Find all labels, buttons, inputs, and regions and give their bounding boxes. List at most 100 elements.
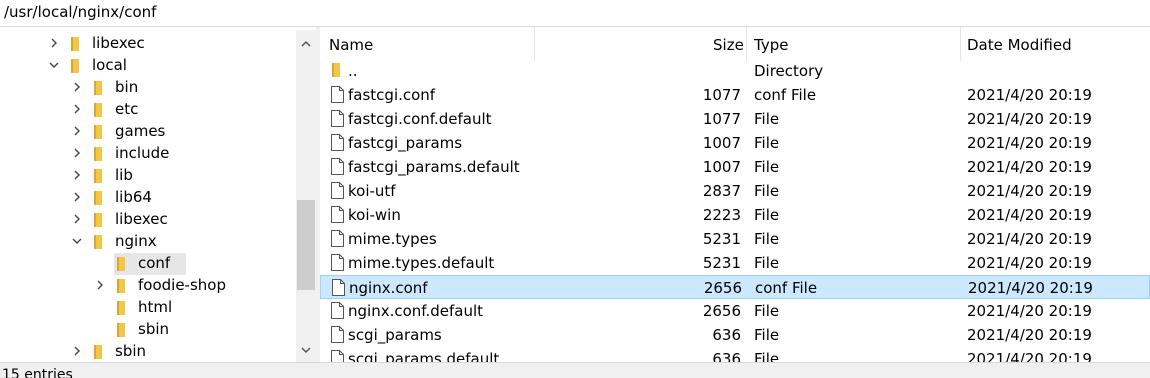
chevron-right-icon[interactable] [71,191,83,203]
file-size: 1077 [702,86,741,104]
file-modified: 2021/4/20 20:19 [967,110,1092,128]
column-divider[interactable] [746,27,747,61]
file-modified: 2021/4/20 20:19 [967,230,1092,248]
file-row[interactable]: fastcgi.conf.default 1077 File 2021/4/20 20… [320,107,1150,131]
column-header-name[interactable]: Name [329,36,373,54]
tree-item-etc[interactable]: etc [0,99,296,121]
scroll-up-icon[interactable] [300,36,312,48]
folder-icon [331,62,344,79]
status-text: 15 entries [2,367,73,378]
file-name: fastcgi.conf [348,86,436,104]
directory-tree[interactable]: libexec local bin etc games include lib lib64 li… [0,30,316,362]
tree-item-lib[interactable]: lib [0,165,296,187]
file-row[interactable]: scgi_params 636 File 2021/4/20 20:19 [320,323,1150,347]
file-modified: 2021/4/20 20:19 [968,279,1093,297]
file-type: File [754,182,780,200]
file-icon [331,350,344,362]
file-type: Directory [754,62,824,80]
file-row[interactable]: koi-win 2223 File 2021/4/20 20:19 [320,203,1150,227]
folder-icon [93,234,103,250]
chevron-right-icon[interactable] [71,81,83,93]
file-type: File [754,326,780,344]
path-bar[interactable]: /usr/local/nginx/conf [0,0,1150,27]
tree-item-html[interactable]: html [0,297,296,319]
column-divider[interactable] [960,27,961,61]
file-size: 1007 [702,134,741,152]
file-icon [331,302,344,319]
file-size: 2656 [703,279,742,297]
chevron-right-icon[interactable] [94,279,106,291]
chevron-down-icon[interactable] [48,59,60,71]
chevron-right-icon[interactable] [48,37,60,49]
tree-item-conf[interactable]: conf [0,253,296,275]
folder-icon [116,256,126,272]
column-header-type[interactable]: Type [754,36,788,54]
chevron-right-icon[interactable] [71,147,83,159]
tree-item-label: etc [115,100,139,118]
file-row[interactable]: mime.types 5231 File 2021/4/20 20:19 [320,227,1150,251]
file-type: File [754,158,780,176]
tree-item-label: libexec [115,210,168,228]
tree-item-libexec[interactable]: libexec [0,209,296,231]
tree-item-sbin[interactable]: sbin [0,341,296,362]
file-icon [332,279,345,296]
tree-scroll-thumb[interactable] [297,200,315,290]
tree-scrollbar[interactable] [296,30,316,362]
chevron-down-icon[interactable] [71,235,83,247]
tree-item-libexec[interactable]: libexec [0,33,296,55]
chevron-right-icon[interactable] [71,169,83,181]
file-modified: 2021/4/20 20:19 [967,158,1092,176]
tree-item-label: include [115,144,170,162]
scroll-down-icon[interactable] [300,342,312,354]
column-header-size[interactable]: Size [713,36,744,54]
file-row[interactable]: fastcgi_params.default 1007 File 2021/4/20 … [320,155,1150,179]
tree-item-include[interactable]: include [0,143,296,165]
tree-item-local[interactable]: local [0,55,296,77]
file-row[interactable]: mime.types.default 5231 File 2021/4/20 20:1… [320,251,1150,275]
chevron-right-icon[interactable] [71,103,83,115]
chevron-right-icon[interactable] [71,213,83,225]
column-divider[interactable] [534,27,535,61]
file-modified: 2021/4/20 20:19 [967,86,1092,104]
file-row[interactable]: nginx.conf 2656 conf File 2021/4/20 20:19 [320,275,1150,299]
file-type: File [754,110,780,128]
file-icon [331,206,344,223]
file-icon [331,158,344,175]
file-row[interactable]: .. Directory [320,59,1150,83]
file-row[interactable]: scgi_params.default 636 File 2021/4/20 20:1… [320,347,1150,362]
tree-item-games[interactable]: games [0,121,296,143]
tree-item-lib64[interactable]: lib64 [0,187,296,209]
file-row[interactable]: fastcgi_params 1007 File 2021/4/20 20:19 [320,131,1150,155]
file-type: File [754,302,780,320]
file-name: fastcgi_params.default [348,158,520,176]
folder-icon [116,300,126,316]
file-type: File [754,230,780,248]
file-name: mime.types [348,230,437,248]
file-name: mime.types.default [348,254,495,272]
file-type: File [754,206,780,224]
status-bar: 15 entries [0,362,1150,378]
tree-item-sbin[interactable]: sbin [0,319,296,341]
file-row[interactable]: koi-utf 2837 File 2021/4/20 20:19 [320,179,1150,203]
chevron-right-icon[interactable] [71,345,83,357]
tree-item-foodie-shop[interactable]: foodie-shop [0,275,296,297]
file-list-header: Name Size Type Date Modified [320,27,1150,61]
tree-item-nginx[interactable]: nginx [0,231,296,253]
column-header-modified[interactable]: Date Modified [967,36,1072,54]
file-row[interactable]: fastcgi.conf 1077 conf File 2021/4/20 20:19 [320,83,1150,107]
file-list[interactable]: Name Size Type Date Modified .. Directory… [320,27,1150,362]
file-icon [331,182,344,199]
folder-icon [116,278,126,294]
path-text[interactable]: /usr/local/nginx/conf [4,3,156,21]
file-icon [331,230,344,247]
file-modified: 2021/4/20 20:19 [967,350,1092,362]
tree-item-label: local [92,56,127,74]
tree-item-bin[interactable]: bin [0,77,296,99]
tree-item-label: lib [115,166,133,184]
folder-icon [93,344,103,360]
chevron-right-icon[interactable] [71,125,83,137]
file-name: nginx.conf [349,279,428,297]
file-row[interactable]: nginx.conf.default 2656 File 2021/4/20 20:1… [320,299,1150,323]
file-size: 2656 [702,302,741,320]
tree-item-label: nginx [115,232,157,250]
